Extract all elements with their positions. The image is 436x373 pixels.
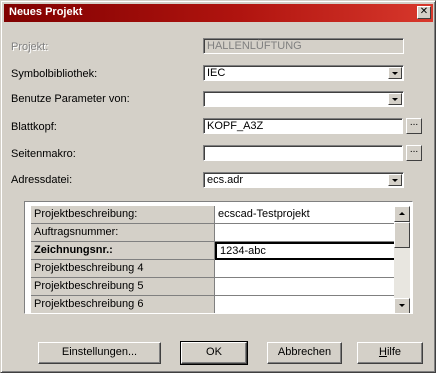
grid-value[interactable]: 1234-abc [215, 242, 397, 260]
symbolbibliothek-label: Symbolbibliothek: [11, 68, 98, 80]
scroll-thumb[interactable] [394, 222, 410, 248]
seitenmakro-browse-button[interactable]: ... [406, 145, 422, 161]
grid-value[interactable] [215, 260, 397, 278]
grid-row[interactable]: Projektbeschreibung 4 [31, 260, 397, 278]
adressdatei-label: Adressdatei: [11, 174, 73, 186]
title-bar[interactable]: Neues Projekt ✕ [4, 4, 433, 22]
close-icon: ✕ [419, 6, 429, 17]
abbrechen-button[interactable]: Abbrechen [267, 342, 342, 364]
grid-key: Projektbeschreibung: [31, 206, 215, 224]
grid-key: Zeichnungsnr.: [31, 242, 215, 260]
grid-scrollbar[interactable] [394, 206, 410, 313]
scroll-up-icon[interactable] [394, 206, 410, 222]
einstellungen-button[interactable]: Einstellungen... [38, 342, 161, 364]
window-title: Neues Projekt [9, 6, 83, 18]
chevron-down-icon[interactable] [388, 93, 402, 105]
grid-key: Auftragsnummer: [31, 224, 215, 242]
grid-value[interactable] [215, 224, 397, 242]
grid-row[interactable]: Projektbeschreibung: ecscad-Testprojekt [31, 206, 397, 224]
projekt-label: Projekt: [11, 41, 49, 53]
grid-key: Projektbeschreibung 6 [31, 296, 215, 313]
hilfe-label-rest: ilfe [386, 346, 401, 358]
grid-row[interactable]: Auftragsnummer: [31, 224, 397, 242]
symbolbibliothek-select[interactable]: IEC [203, 65, 404, 81]
blattkopf-browse-button[interactable]: ... [406, 118, 422, 134]
parameter-label: Benutze Parameter von: [11, 93, 130, 105]
adressdatei-select[interactable]: ecs.adr [203, 172, 404, 188]
grid-value[interactable]: ecscad-Testprojekt [215, 206, 397, 224]
grid-row[interactable]: Zeichnungsnr.: 1234-abc [31, 242, 397, 260]
scroll-down-icon[interactable] [394, 298, 410, 313]
symbolbibliothek-value: IEC [207, 67, 226, 79]
grid-value[interactable] [215, 296, 397, 313]
projekt-field: HALLENLÜFTUNG [203, 38, 404, 54]
hilfe-button[interactable]: Hilfe [357, 342, 423, 364]
grid-row[interactable]: Projektbeschreibung 5 [31, 278, 397, 296]
grid-value[interactable] [215, 278, 397, 296]
parameter-select[interactable] [203, 91, 404, 107]
seitenmakro-input[interactable] [203, 145, 403, 161]
new-project-dialog: Neues Projekt ✕ Projekt: HALLENLÜFTUNG S… [0, 0, 436, 373]
chevron-down-icon[interactable] [388, 174, 402, 186]
close-button[interactable]: ✕ [417, 6, 431, 19]
chevron-down-icon[interactable] [388, 67, 402, 79]
grid-rows: Projektbeschreibung: ecscad-Testprojekt … [31, 206, 397, 313]
project-properties-grid: Projektbeschreibung: ecscad-Testprojekt … [24, 201, 413, 314]
blattkopf-input[interactable]: KOPF_A3Z [203, 118, 403, 134]
blattkopf-label: Blattkopf: [11, 121, 57, 133]
grid-key: Projektbeschreibung 4 [31, 260, 215, 278]
adressdatei-value: ecs.adr [207, 174, 244, 186]
ok-button[interactable]: OK [180, 341, 248, 365]
seitenmakro-label: Seitenmakro: [11, 148, 76, 160]
grid-key: Projektbeschreibung 5 [31, 278, 215, 296]
hilfe-mnemonic: H [378, 346, 387, 358]
grid-row[interactable]: Projektbeschreibung 6 [31, 296, 397, 313]
